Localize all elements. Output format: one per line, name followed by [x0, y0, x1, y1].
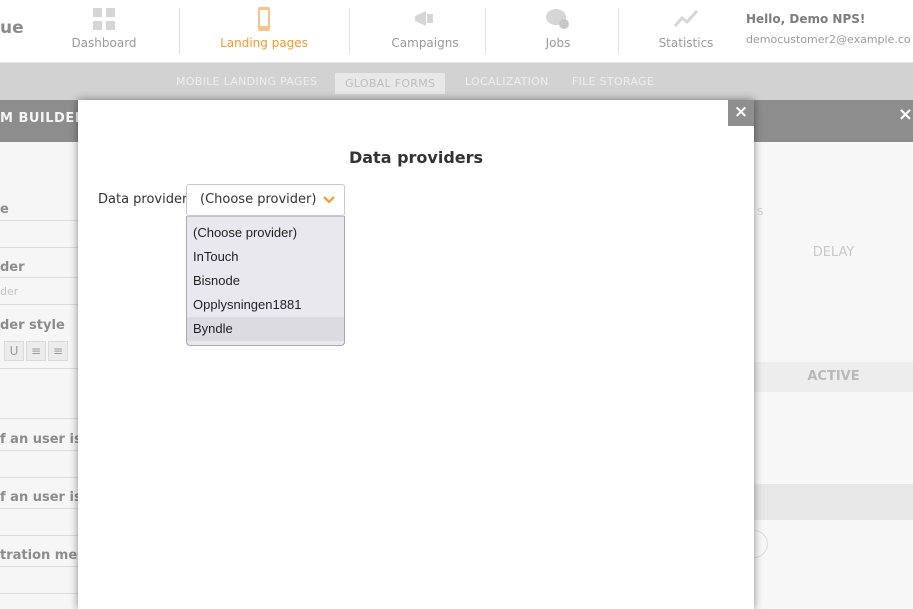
field-divider: [0, 450, 78, 451]
align-center-button[interactable]: ≡: [48, 341, 68, 361]
modal-close-button[interactable]: ×: [728, 100, 754, 126]
field-placeholder[interactable]: der: [0, 285, 18, 298]
subtab-global-forms[interactable]: GLOBAL FORMS: [335, 73, 446, 94]
subtab-file-storage[interactable]: FILE STORAGE: [572, 75, 654, 88]
field-divider: [0, 477, 78, 478]
nav-dashboard[interactable]: Dashboard: [60, 0, 148, 63]
underline-button[interactable]: U: [4, 341, 24, 361]
form-builder-title: M BUILDER: [0, 111, 86, 126]
brand-logo-text: ue: [0, 18, 24, 38]
nav-label: Jobs: [545, 36, 571, 50]
field-divider: [0, 593, 78, 594]
provider-option-choose[interactable]: (Choose provider): [187, 221, 344, 245]
form-builder-close-button[interactable]: ×: [898, 104, 913, 125]
mobile-icon: [258, 7, 270, 31]
data-provider-select[interactable]: (Choose provider): [186, 184, 345, 216]
nav-divider: [179, 8, 180, 54]
column-mark: S: [757, 207, 764, 218]
top-navigation: ue Dashboard Landing pages Campaigns Job…: [0, 0, 913, 63]
provider-option-intouch[interactable]: InTouch: [187, 245, 344, 269]
data-providers-modal: [78, 100, 754, 609]
provider-option-opplysningen1881[interactable]: Opplysningen1881: [187, 293, 344, 317]
sub-navigation: MOBILE LANDING PAGES GLOBAL FORMS LOCALI…: [0, 63, 913, 100]
active-column-header: ACTIVE: [754, 362, 913, 392]
nav-divider: [485, 8, 486, 54]
field-label: der style: [0, 318, 65, 333]
field-divider: [0, 508, 78, 509]
megaphone-icon: [415, 11, 433, 26]
grid-icon: [93, 8, 115, 30]
nav-landing-pages[interactable]: Landing pages: [215, 0, 313, 63]
selected-provider-value: (Choose provider): [200, 192, 317, 207]
field-divider: [0, 368, 78, 369]
provider-option-bisnode[interactable]: Bisnode: [187, 269, 344, 293]
nav-statistics[interactable]: Statistics: [655, 0, 717, 63]
provider-option-byndle[interactable]: Byndle: [187, 317, 344, 341]
field-label: der: [0, 260, 25, 275]
form-builder-left-panel: e der der der style f an user is c f an …: [0, 142, 95, 609]
user-greeting: Hello, Demo NPS!: [746, 12, 866, 26]
nav-jobs[interactable]: Jobs: [528, 0, 588, 63]
nav-divider: [618, 8, 619, 54]
field-divider: [0, 220, 78, 221]
field-divider: [0, 304, 78, 305]
subtab-mobile-landing-pages[interactable]: MOBILE LANDING PAGES: [176, 75, 317, 88]
field-label: e: [0, 202, 9, 217]
field-divider: [0, 566, 78, 567]
format-toolbar: U ≡ ≡: [4, 340, 70, 361]
nav-label: Landing pages: [220, 36, 308, 50]
subtab-localization[interactable]: LOCALIZATION: [465, 75, 549, 88]
align-left-button[interactable]: ≡: [26, 341, 46, 361]
field-divider: [0, 247, 78, 248]
field-divider: [0, 535, 78, 536]
field-divider: [0, 277, 78, 278]
delay-column-header: DELAY: [812, 245, 855, 260]
table-row: [754, 484, 913, 520]
chevron-down-icon: [323, 196, 335, 204]
user-email[interactable]: democustomer2@example.co: [746, 33, 911, 46]
nav-campaigns[interactable]: Campaigns: [385, 0, 465, 63]
data-provider-label: Data provider:: [98, 192, 192, 207]
chat-gear-icon: [546, 9, 569, 29]
modal-title: Data providers: [348, 148, 484, 167]
nav-label: Statistics: [658, 36, 714, 50]
field-divider: [0, 418, 78, 419]
nav-divider: [349, 8, 350, 54]
data-provider-dropdown-list: (Choose provider) InTouch Bisnode Opplys…: [186, 216, 345, 346]
nav-label: Dashboard: [71, 36, 137, 50]
nav-label: Campaigns: [391, 36, 459, 50]
line-chart-icon: [673, 9, 699, 27]
